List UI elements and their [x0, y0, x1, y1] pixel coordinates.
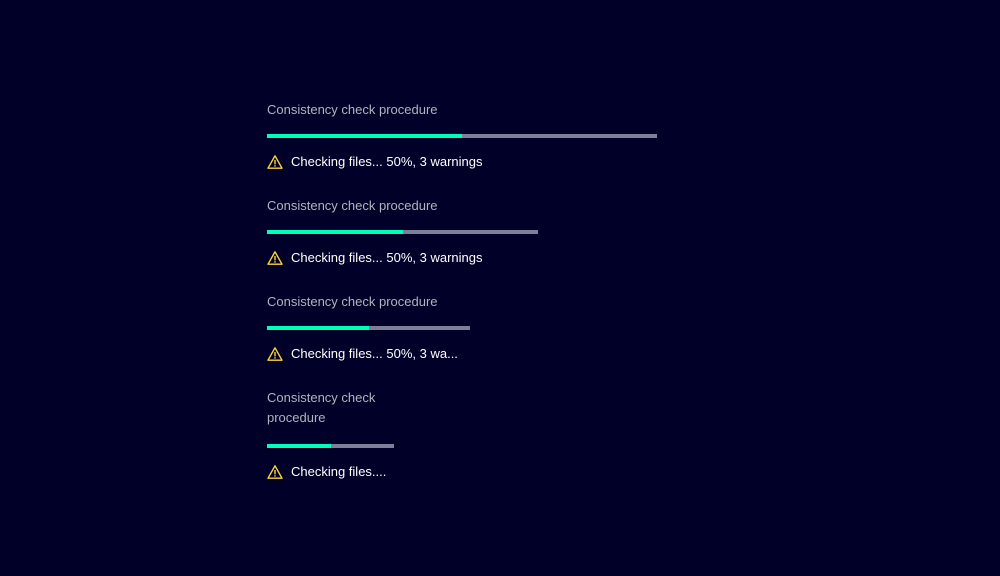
progress-label-line: procedure [267, 410, 326, 425]
progress-track [267, 326, 470, 330]
progress-status: Checking files... 50%, 3 warnings [267, 248, 538, 268]
progress-label: Consistency check procedure [267, 294, 438, 309]
progress-fill [267, 444, 331, 448]
progress-label: Consistency check procedure [267, 102, 438, 117]
progress-track [267, 134, 657, 138]
warning-icon [267, 155, 283, 169]
progress-status: Checking files... 50%, 3 wa... [267, 344, 470, 364]
warning-icon [267, 251, 283, 265]
status-text: Checking files... 50%, 3 warnings [291, 154, 483, 169]
progress-fill [267, 326, 369, 330]
status-text: Checking files... 50%, 3 wa... [291, 346, 458, 361]
progress-item: Consistency check procedure Checking fil… [267, 388, 394, 482]
progress-item: Consistency check procedure Checking fil… [267, 100, 657, 172]
warning-icon [267, 465, 283, 479]
progress-fill [267, 134, 462, 138]
page: Consistency check procedure Checking fil… [0, 0, 1000, 576]
status-text: Checking files... 50%, 3 warnings [291, 250, 483, 265]
progress-item: Consistency check procedure Checking fil… [267, 196, 538, 268]
progress-track [267, 230, 538, 234]
progress-label: Consistency check procedure [267, 198, 438, 213]
warning-icon [267, 347, 283, 361]
progress-item: Consistency check procedure Checking fil… [267, 292, 470, 364]
progress-label: Consistency check procedure [267, 388, 394, 428]
progress-fill [267, 230, 403, 234]
progress-status: Checking files.... [267, 462, 394, 482]
status-text: Checking files.... [291, 464, 387, 479]
progress-track [267, 444, 394, 448]
progress-label-line: Consistency check [267, 390, 376, 405]
progress-status: Checking files... 50%, 3 warnings [267, 152, 657, 172]
